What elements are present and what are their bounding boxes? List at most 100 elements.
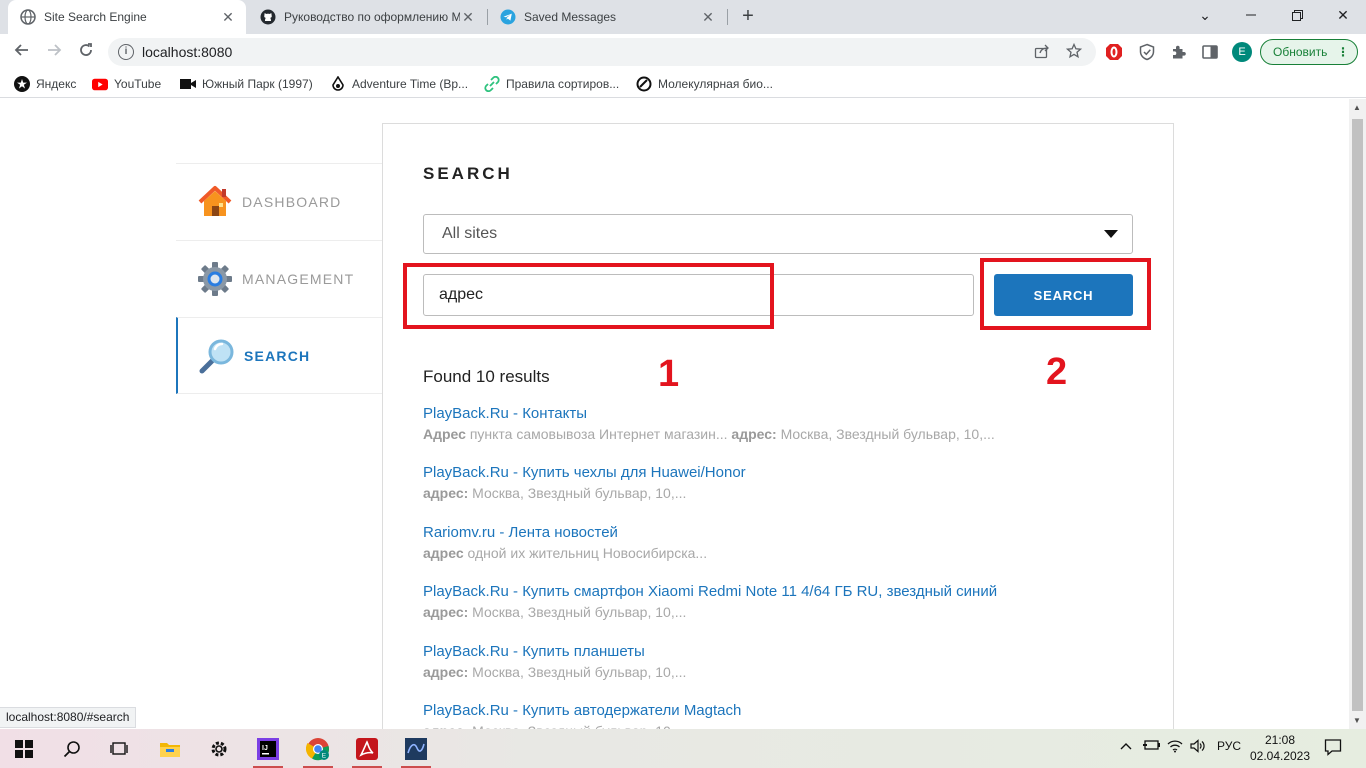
chevron-down-icon xyxy=(1104,230,1118,238)
result-title-link[interactable]: PlayBack.Ru - Купить смартфон Xiaomi Red… xyxy=(423,581,1123,602)
windows-start-icon[interactable] xyxy=(7,734,41,764)
reload-button[interactable] xyxy=(74,40,98,64)
snippet-highlight: адрес: xyxy=(423,604,469,621)
svg-text:E: E xyxy=(322,753,327,760)
address-bar[interactable]: i localhost:8080 xyxy=(108,38,1096,66)
profile-avatar[interactable]: E xyxy=(1232,42,1252,62)
bookmark-star-icon[interactable] xyxy=(1065,42,1083,63)
speaker-icon[interactable] xyxy=(1190,739,1206,756)
result-title-link[interactable]: PlayBack.Ru - Купить чехлы для Huawei/Ho… xyxy=(423,462,1123,483)
bookmark-sorting-rules[interactable]: Правила сортиров... xyxy=(484,76,619,92)
close-tab-icon[interactable]: ✕ xyxy=(460,9,476,26)
result-title-link[interactable]: Rariomv.ru - Лента новостей xyxy=(423,522,1123,543)
close-tab-icon[interactable]: ✕ xyxy=(700,9,716,26)
result-item: PlayBack.Ru - Купить планшеты адрес: Моск… xyxy=(423,641,1123,700)
result-snippet: адрес: Москва, Звездный бульвар, 10,... xyxy=(423,602,1123,622)
telegram-icon xyxy=(500,9,516,25)
sidebar-item-management[interactable]: MANAGEMENT xyxy=(176,240,382,317)
forward-button[interactable] xyxy=(42,40,66,64)
snippet-highlight: адрес: xyxy=(423,485,469,502)
taskbar-clock[interactable]: 21:08 02.04.2023 xyxy=(1248,732,1312,764)
site-select[interactable]: All sites xyxy=(423,214,1133,254)
scroll-up-icon[interactable]: ▲ xyxy=(1353,103,1361,112)
results-list: PlayBack.Ru - Контакты Адрес пункта самов… xyxy=(423,403,1123,729)
battery-icon[interactable] xyxy=(1143,739,1161,754)
tab-title: Saved Messages xyxy=(524,10,617,24)
share-icon[interactable] xyxy=(1034,43,1050,63)
opera-adblock-icon[interactable] xyxy=(1105,43,1123,61)
restore-button[interactable] xyxy=(1274,0,1320,30)
sidebar-nav: DASHBOARD MANAGEMENT SEARCH xyxy=(176,163,382,394)
side-panel-icon[interactable] xyxy=(1201,43,1219,61)
wifi-icon[interactable] xyxy=(1167,739,1183,756)
bookmark-south-park[interactable]: Южный Парк (1997) xyxy=(180,76,313,92)
magnifier-icon xyxy=(198,337,236,375)
page-viewport: DASHBOARD MANAGEMENT SEARCH SEARCH All s… xyxy=(0,99,1349,729)
extensions-puzzle-icon[interactable] xyxy=(1170,43,1188,61)
snippet-text: одной их жительниц Новосибирска... xyxy=(463,544,708,561)
result-item: PlayBack.Ru - Купить смартфон Xiaomi Red… xyxy=(423,581,1123,640)
snippet-text: Москва, Звездный бульвар, 10,... xyxy=(468,663,687,680)
tray-chevron-up-icon[interactable] xyxy=(1120,739,1132,754)
minimize-button[interactable] xyxy=(1228,0,1274,30)
snippet-text: Москва, Звездный бульвар, 10,... xyxy=(776,426,995,442)
address-url: localhost:8080 xyxy=(142,44,233,60)
page-scrollbar[interactable]: ▲ ▼ xyxy=(1349,99,1366,729)
task-view-icon[interactable] xyxy=(102,734,136,764)
globe-icon xyxy=(20,9,36,25)
bookmark-yandex[interactable]: Яндекс xyxy=(14,76,76,92)
sidebar-item-label: DASHBOARD xyxy=(242,194,342,210)
search-icon[interactable] xyxy=(55,734,89,764)
file-explorer-icon[interactable] xyxy=(153,734,187,764)
shield-icon[interactable] xyxy=(1138,43,1156,61)
drop-logo-icon xyxy=(330,76,346,92)
scrollbar-thumb[interactable] xyxy=(1352,119,1363,711)
result-item: PlayBack.Ru - Купить автодержатели Magta… xyxy=(423,700,1123,729)
update-button-label: Обновить xyxy=(1273,45,1328,59)
tab-site-search-engine[interactable]: Site Search Engine ✕ xyxy=(8,0,246,34)
circle-logo-icon xyxy=(636,76,652,92)
result-snippet: адрес: Москва, Звездный бульвар, 10,... xyxy=(423,721,1123,729)
sidebar-item-dashboard[interactable]: DASHBOARD xyxy=(176,163,382,240)
new-tab-button[interactable]: + xyxy=(736,4,760,28)
language-indicator[interactable]: РУС xyxy=(1217,739,1241,753)
youtube-icon xyxy=(92,76,108,92)
close-window-button[interactable]: ✕ xyxy=(1320,0,1366,30)
notification-icon[interactable] xyxy=(1324,738,1342,759)
acrobat-icon[interactable] xyxy=(350,734,384,768)
site-select-value: All sites xyxy=(442,225,498,242)
snippet-text: пункта самовывоза Интернет магазин... xyxy=(465,426,732,442)
more-menu-icon[interactable]: ⋮ xyxy=(1337,40,1349,64)
site-info-icon[interactable]: i xyxy=(118,44,134,60)
annotation-number-1: 1 xyxy=(658,353,680,395)
result-title-link[interactable]: PlayBack.Ru - Купить планшеты xyxy=(423,641,1123,662)
sidebar-item-search[interactable]: SEARCH xyxy=(176,317,382,394)
tab-search-button[interactable]: ⌄ xyxy=(1182,0,1228,30)
result-title-link[interactable]: PlayBack.Ru - Купить автодержатели Magta… xyxy=(423,700,1123,721)
update-button[interactable]: Обновить ⋮ xyxy=(1260,39,1358,65)
snippet-highlight: адрес: xyxy=(731,426,777,442)
tab-style-guide[interactable]: Руководство по оформлению M ✕ xyxy=(248,0,486,34)
bookmark-adventure-time[interactable]: Adventure Time (Вр... xyxy=(330,76,468,92)
result-snippet: адрес одной их жительниц Новосибирска... xyxy=(423,543,1123,563)
result-item: PlayBack.Ru - Контакты Адрес пункта самов… xyxy=(423,403,1123,462)
back-button[interactable] xyxy=(10,40,34,64)
bookmark-molecular-bio[interactable]: Молекулярная био... xyxy=(636,76,773,92)
result-snippet: адрес: Москва, Звездный бульвар, 10,... xyxy=(423,483,1123,503)
clock-time: 21:08 xyxy=(1264,733,1296,747)
result-title-link[interactable]: PlayBack.Ru - Контакты xyxy=(423,403,1123,424)
scroll-down-icon[interactable]: ▼ xyxy=(1353,716,1361,725)
chrome-icon[interactable]: E xyxy=(301,734,335,768)
tab-strip: Site Search Engine ✕ Руководство по офор… xyxy=(0,0,1366,34)
settings-gear-icon[interactable] xyxy=(202,734,236,764)
house-icon xyxy=(196,183,234,221)
bookmark-youtube[interactable]: YouTube xyxy=(92,76,161,92)
close-tab-icon[interactable]: ✕ xyxy=(220,9,236,26)
intellij-icon[interactable]: IJ xyxy=(251,734,285,768)
app-icon[interactable] xyxy=(399,734,433,768)
browser-toolbar: i localhost:8080 xyxy=(0,34,1366,70)
yandex-icon xyxy=(14,76,30,92)
video-camera-icon xyxy=(180,76,196,92)
tab-saved-messages[interactable]: Saved Messages ✕ xyxy=(488,0,726,34)
snippet-highlight: Адрес xyxy=(423,426,466,442)
